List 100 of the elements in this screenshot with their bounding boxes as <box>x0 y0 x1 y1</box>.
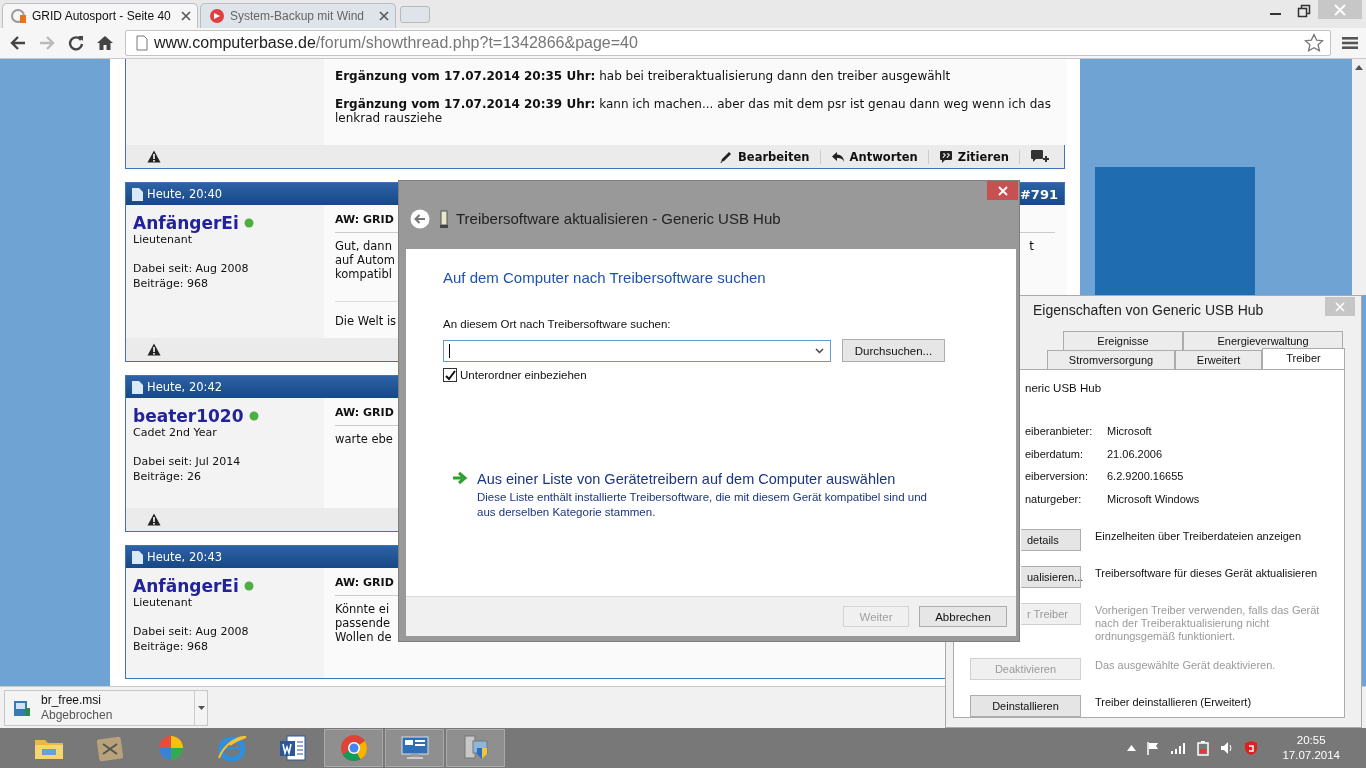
post-text: kompatibl <box>335 267 394 281</box>
post-text: Ergänzung vom 17.07.2014 20:35 Uhr: hab bei treiberaktualisierung dann den treiber ausgewählt <box>335 69 952 83</box>
option-description: Diese Liste enthält installierte Treibersoftware, die mit diesem Gerät kompatibel sind und aus derselben Kategorie stammen. <box>477 490 928 520</box>
speaker-icon[interactable] <box>1220 741 1235 755</box>
document-icon <box>132 550 143 564</box>
close-icon <box>1335 301 1345 312</box>
menu-icon[interactable] <box>1342 36 1358 50</box>
field-value: 21.06.2006 <box>1107 446 1164 461</box>
pencil-icon <box>719 149 734 164</box>
show-hidden-icons[interactable] <box>1127 745 1137 751</box>
site-icon <box>209 8 225 24</box>
post-date: Heute, 20:42 <box>147 380 223 394</box>
dropdown-icon <box>815 347 824 354</box>
field-label: eiberdatum: <box>1025 446 1085 461</box>
clock[interactable]: 20:55 17.07.2014 <box>1282 733 1340 763</box>
download-item[interactable]: br_free.msi Abgebrochen <box>4 689 208 726</box>
taskbar-button[interactable] <box>385 729 444 767</box>
browser-tab[interactable]: GRID Autosport - Seite 40 <box>2 3 198 28</box>
action-button[interactable]: ualisieren... <box>1021 566 1081 588</box>
post-action-link[interactable]: Antworten <box>830 149 918 164</box>
post-count: Beiträge: 968 <box>133 276 209 291</box>
post-text: passende <box>335 616 392 630</box>
warning-icon[interactable] <box>147 343 161 356</box>
user-rank: Cadet 2nd Year <box>133 426 218 440</box>
tab[interactable]: Treiber <box>1262 348 1345 369</box>
home-icon[interactable] <box>96 34 114 52</box>
action-button[interactable]: details <box>1021 529 1081 551</box>
option-link[interactable]: Aus einer Liste von Gerätetreibern auf dem Computer auswählen <box>477 471 947 487</box>
back-icon[interactable] <box>410 208 430 229</box>
battery-icon[interactable] <box>1196 740 1211 756</box>
warning-icon[interactable] <box>147 513 161 526</box>
device-name: neric USB Hub <box>1024 382 1103 394</box>
user-rank: Lieutenant <box>133 596 193 610</box>
field-label: eiberanbieter: <box>1025 424 1094 439</box>
field-label: naturgeber: <box>1025 491 1083 506</box>
restore-icon[interactable] <box>1297 4 1311 18</box>
post-action-link[interactable]: Bearbeiten <box>719 149 810 164</box>
close-icon[interactable] <box>379 11 389 21</box>
warning-icon[interactable] <box>147 150 161 163</box>
field-value: Microsoft Windows <box>1107 491 1201 506</box>
path-combo-box[interactable] <box>443 339 831 362</box>
close-icon[interactable] <box>181 11 191 21</box>
tab[interactable]: Erweitert <box>1175 350 1262 369</box>
field-value: 6.2.9200.16655 <box>1107 469 1185 484</box>
tab[interactable]: Ereignisse <box>1063 331 1183 350</box>
action-description: Einzelheiten über Treiberdateien anzeigen <box>1095 529 1303 543</box>
close-icon <box>997 185 1008 196</box>
post-text: Ergänzung vom 17.07.2014 20:39 Uhr: kann ich machen... aber das mit dem psr ist genau dann weg wenn ich das lenkrad rausziehe <box>335 97 1052 125</box>
post-action-link[interactable]: Zitieren <box>938 149 1009 164</box>
dialog-button[interactable]: Abbrechen <box>919 606 1007 627</box>
star-icon[interactable] <box>1304 33 1324 53</box>
post-text: warte ebe <box>335 432 393 446</box>
document-icon <box>132 380 143 394</box>
reload-icon[interactable] <box>67 34 85 52</box>
window-title: Treibersoftware aktualisieren - Generic USB Hub <box>456 210 781 227</box>
action-description: Treibersoftware für dieses Gerät aktualisieren <box>1095 566 1319 580</box>
caret-icon[interactable] <box>197 705 205 710</box>
reply-arrow-icon <box>830 149 845 164</box>
shield-icon[interactable] <box>1244 740 1259 756</box>
post-count: Beiträge: 968 <box>133 639 209 654</box>
post-date: Heute, 20:40 <box>147 187 223 201</box>
checkbox[interactable]: Unterordner einbeziehen <box>443 368 593 382</box>
post-text: Gut, dann <box>335 239 393 253</box>
username-link[interactable]: AnfängerEi <box>133 576 239 596</box>
flag-icon[interactable] <box>1146 741 1161 755</box>
tab[interactable]: Stromversorgung <box>1047 350 1175 369</box>
download-status: Abgebrochen <box>41 707 114 723</box>
close-icon <box>1334 3 1346 16</box>
post-text: auf Autom <box>335 253 395 267</box>
arrow-icon[interactable] <box>452 471 468 485</box>
document-icon <box>132 187 143 201</box>
tab[interactable]: Energieverwaltung <box>1183 331 1343 350</box>
browser-tab[interactable]: System-Backup mit Wind <box>200 3 396 28</box>
multi-quote-icon[interactable] <box>1030 148 1050 165</box>
scroll-up-icon[interactable] <box>1355 65 1363 70</box>
post-count: Beiträge: 26 <box>133 469 202 484</box>
address-bar[interactable]: www.computerbase.de/forum/showthread.php?t=1342866&page=40 <box>125 30 1331 56</box>
join-date: Dabei seit: Aug 2008 <box>133 624 250 639</box>
site-icon <box>11 8 27 24</box>
signal-icon[interactable] <box>1170 742 1187 754</box>
username-link[interactable]: AnfängerEi <box>133 213 239 233</box>
field-label: eiberversion: <box>1025 469 1089 484</box>
url-text: www.computerbase.de/forum/showthread.php?t=1342866&page=40 <box>154 34 638 52</box>
browse-button[interactable]: Durchsuchen... <box>842 339 945 362</box>
scrollbar[interactable] <box>1352 59 1366 295</box>
post-date: Heute, 20:43 <box>147 550 223 564</box>
post-text: Wollen de <box>335 630 392 644</box>
usb-device-icon <box>440 209 448 228</box>
join-date: Dabei seit: Aug 2008 <box>133 261 250 276</box>
close-button[interactable] <box>987 181 1018 200</box>
post-number-link[interactable]: #791 <box>1019 186 1058 202</box>
quote-bubble-icon <box>938 149 953 164</box>
username-link[interactable]: beater1020 <box>133 406 244 426</box>
field-label: An diesem Ort nach Treibersoftware suchen: <box>443 318 672 330</box>
action-button[interactable]: Deinstallieren <box>970 695 1081 717</box>
back-icon[interactable] <box>9 34 27 52</box>
user-rank: Lieutenant <box>133 233 193 247</box>
field-value: Microsoft <box>1107 424 1153 439</box>
page-icon <box>136 35 148 51</box>
action-description: Treiber deinstallieren (Erweitert) <box>1095 695 1253 709</box>
